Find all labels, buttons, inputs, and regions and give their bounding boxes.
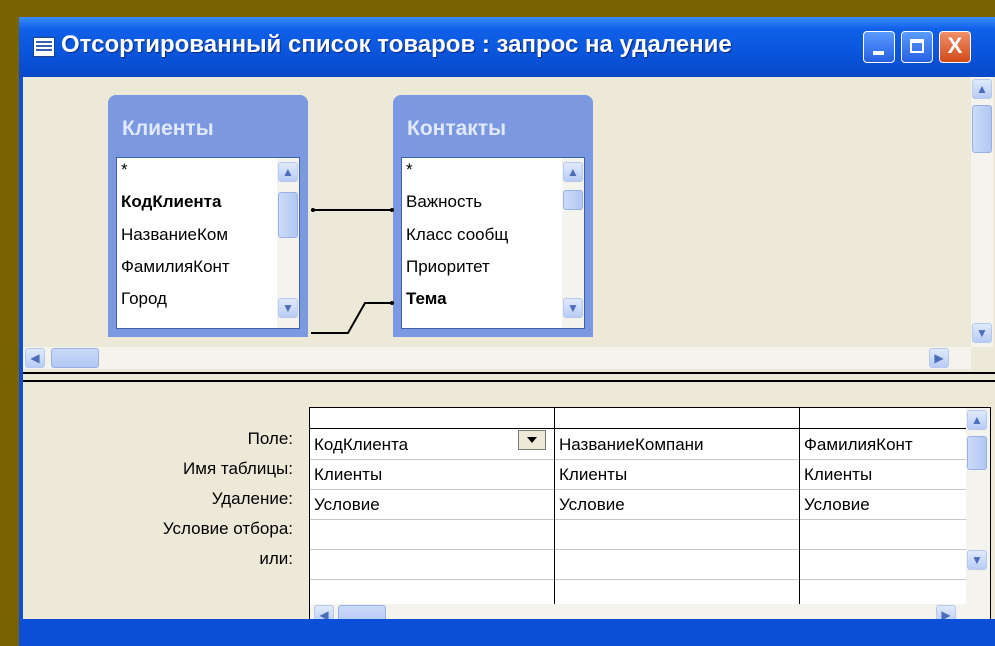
- grid-delete-cell[interactable]: Условие: [559, 495, 795, 515]
- title-bar[interactable]: Отсортированный список товаров : запрос …: [19, 17, 995, 77]
- grid-delete-cell[interactable]: Условие: [804, 495, 964, 515]
- grid-line: [310, 459, 966, 460]
- grid-field-cell[interactable]: КодКлиента: [314, 435, 514, 455]
- table-pane-hscroll[interactable]: ◀ ▶: [23, 347, 971, 369]
- maximize-button[interactable]: [901, 31, 933, 63]
- row-label-table: Имя таблицы:: [183, 459, 293, 478]
- scroll-right-icon[interactable]: ▶: [929, 348, 949, 368]
- query-window: Отсортированный список товаров : запрос …: [19, 17, 995, 646]
- scroll-thumb[interactable]: [967, 436, 987, 470]
- design-grid[interactable]: КодКлиента Клиенты Условие НазваниеКомпа…: [309, 407, 991, 629]
- close-button[interactable]: X: [939, 31, 971, 63]
- grid-line: [310, 489, 966, 490]
- scroll-down-icon[interactable]: ▼: [972, 323, 992, 343]
- join-end-marker: [311, 208, 315, 212]
- grid-table-cell[interactable]: Клиенты: [804, 465, 964, 485]
- row-label-delete: Удаление:: [211, 489, 293, 508]
- table-pane[interactable]: Клиенты * КодКлиента НазваниеКом Фамилия…: [23, 77, 971, 347]
- row-label-or: или:: [259, 549, 293, 568]
- relationship-lines: [311, 208, 394, 334]
- grid-line: [799, 408, 800, 604]
- minimize-button[interactable]: [863, 31, 895, 63]
- join-end-marker: [390, 208, 394, 212]
- window-border: [19, 619, 995, 646]
- grid-delete-cell[interactable]: Условие: [314, 495, 550, 515]
- scroll-thumb[interactable]: [972, 105, 992, 153]
- grid-line: [310, 579, 966, 580]
- grid-field-cell[interactable]: НазваниеКомпани: [559, 435, 795, 455]
- scroll-down-icon[interactable]: ▼: [967, 550, 987, 570]
- join-end-marker: [390, 301, 394, 305]
- grid-line: [310, 428, 966, 429]
- grid-line: [310, 549, 966, 550]
- join-line-topic: [311, 302, 394, 334]
- row-label-field: Поле:: [247, 429, 293, 448]
- grid-vscroll[interactable]: ▲ ▼: [966, 408, 990, 604]
- grid-table-cell[interactable]: Клиенты: [559, 465, 795, 485]
- query-designer: Клиенты * КодКлиента НазваниеКом Фамилия…: [23, 77, 995, 642]
- pane-splitter[interactable]: [23, 372, 995, 382]
- grid-table-cell[interactable]: Клиенты: [314, 465, 550, 485]
- dropdown-arrow-icon[interactable]: [518, 430, 546, 450]
- table-pane-vscroll[interactable]: ▲ ▼: [971, 77, 993, 347]
- grid-line: [554, 408, 555, 604]
- scroll-up-icon[interactable]: ▲: [967, 410, 987, 430]
- grid-field-cell[interactable]: ФамилияКонт: [804, 435, 964, 455]
- row-label-criteria: Условие отбора:: [162, 519, 293, 538]
- window-title: Отсортированный список товаров : запрос …: [61, 31, 732, 58]
- grid-line: [310, 519, 966, 520]
- close-icon: X: [947, 33, 963, 58]
- scroll-thumb[interactable]: [51, 348, 99, 368]
- query-icon[interactable]: [33, 37, 55, 57]
- scroll-up-icon[interactable]: ▲: [972, 79, 992, 99]
- scroll-left-icon[interactable]: ◀: [25, 348, 45, 368]
